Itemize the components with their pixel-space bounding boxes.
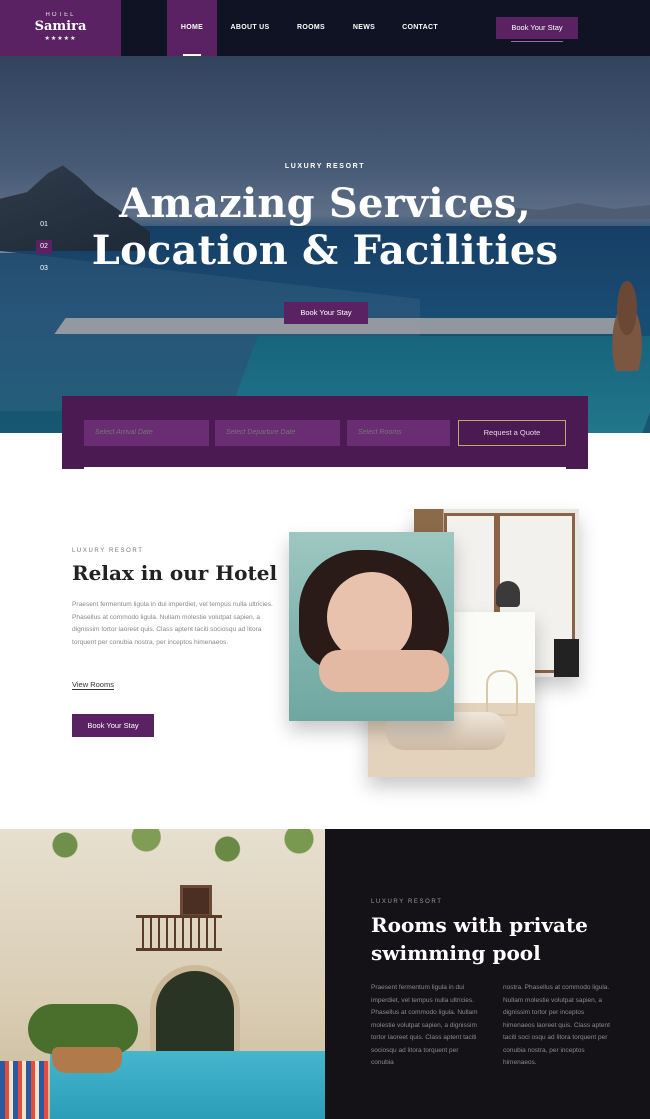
about-kicker: LUXURY RESORT	[72, 548, 144, 554]
slide-dot-02[interactable]: 02	[36, 240, 52, 254]
nav-item-rooms[interactable]: ROOMS	[290, 0, 332, 56]
photo-sleeping-woman	[289, 532, 454, 721]
lounge-birdcage	[486, 670, 518, 716]
courtyard-door	[180, 885, 212, 917]
rooms-text-column-1: Praesent fermentum ligula in dui imperdi…	[371, 984, 478, 1066]
slide-dot-03[interactable]: 03	[36, 262, 52, 276]
view-rooms-link[interactable]: View Rooms	[72, 680, 114, 690]
logo-name: Samira	[34, 19, 87, 34]
courtyard-pot	[52, 1047, 122, 1073]
departure-date-input[interactable]	[215, 420, 340, 446]
hero-title: Amazing Services, Location & Facilities	[0, 180, 650, 274]
top-navigation: HOTEL Samira ★★★★★ HOME ABOUT US ROOMS N…	[0, 0, 650, 56]
hero-kicker: LUXURY RESORT	[284, 163, 366, 170]
hotel-logo[interactable]: HOTEL Samira ★★★★★	[0, 0, 121, 56]
logo-subtitle: HOTEL	[45, 12, 76, 18]
nav-item-news[interactable]: NEWS	[346, 0, 382, 56]
book-your-stay-nav-button[interactable]: Book Your Stay	[496, 17, 578, 42]
star-rating-icon: ★★★★★	[44, 36, 77, 42]
about-title: Relax in our Hotel	[72, 561, 278, 585]
courtyard-towel	[0, 1061, 48, 1119]
rooms-kicker: LUXURY RESORT	[371, 899, 443, 905]
about-text: Praesent fermentum ligula in dui imperdi…	[72, 601, 273, 646]
nav-item-contact[interactable]: CONTACT	[398, 0, 442, 56]
woman-face	[327, 572, 412, 662]
rooms-info-panel: LUXURY RESORT Rooms with private swimmin…	[325, 829, 650, 1119]
hero-slider: LUXURY RESORT Amazing Services, Location…	[0, 56, 650, 433]
window-figure	[496, 581, 520, 607]
rooms-title: Rooms with private swimming pool	[371, 913, 588, 965]
slide-dot-01[interactable]: 01	[36, 218, 52, 232]
booking-divider	[84, 467, 566, 469]
rooms-select[interactable]	[347, 420, 450, 446]
hero-title-line-2: Location & Facilities	[91, 227, 559, 274]
arrival-date-input[interactable]	[84, 420, 209, 446]
window-sofa	[554, 639, 579, 677]
rooms-text-column-2: nostra. Phasellus at commodo ligula. Nul…	[503, 984, 610, 1066]
courtyard-balcony	[136, 915, 222, 951]
slide-pagination: 01 02 03	[36, 218, 56, 284]
about-book-button[interactable]: Book Your Stay	[72, 714, 154, 737]
hero-title-line-1: Amazing Services,	[119, 180, 531, 227]
woman-arm	[319, 650, 449, 692]
rooms-photo-courtyard-pool	[0, 829, 325, 1119]
courtyard-vines	[0, 829, 325, 869]
request-quote-button[interactable]: Request a Quote	[458, 420, 566, 446]
nav-item-home[interactable]: HOME	[167, 0, 217, 56]
hero-book-button[interactable]: Book Your Stay	[284, 302, 368, 324]
nav-item-about-us[interactable]: ABOUT US	[226, 0, 274, 56]
courtyard-arch	[150, 965, 240, 1057]
booking-form: Request a Quote	[62, 396, 588, 469]
